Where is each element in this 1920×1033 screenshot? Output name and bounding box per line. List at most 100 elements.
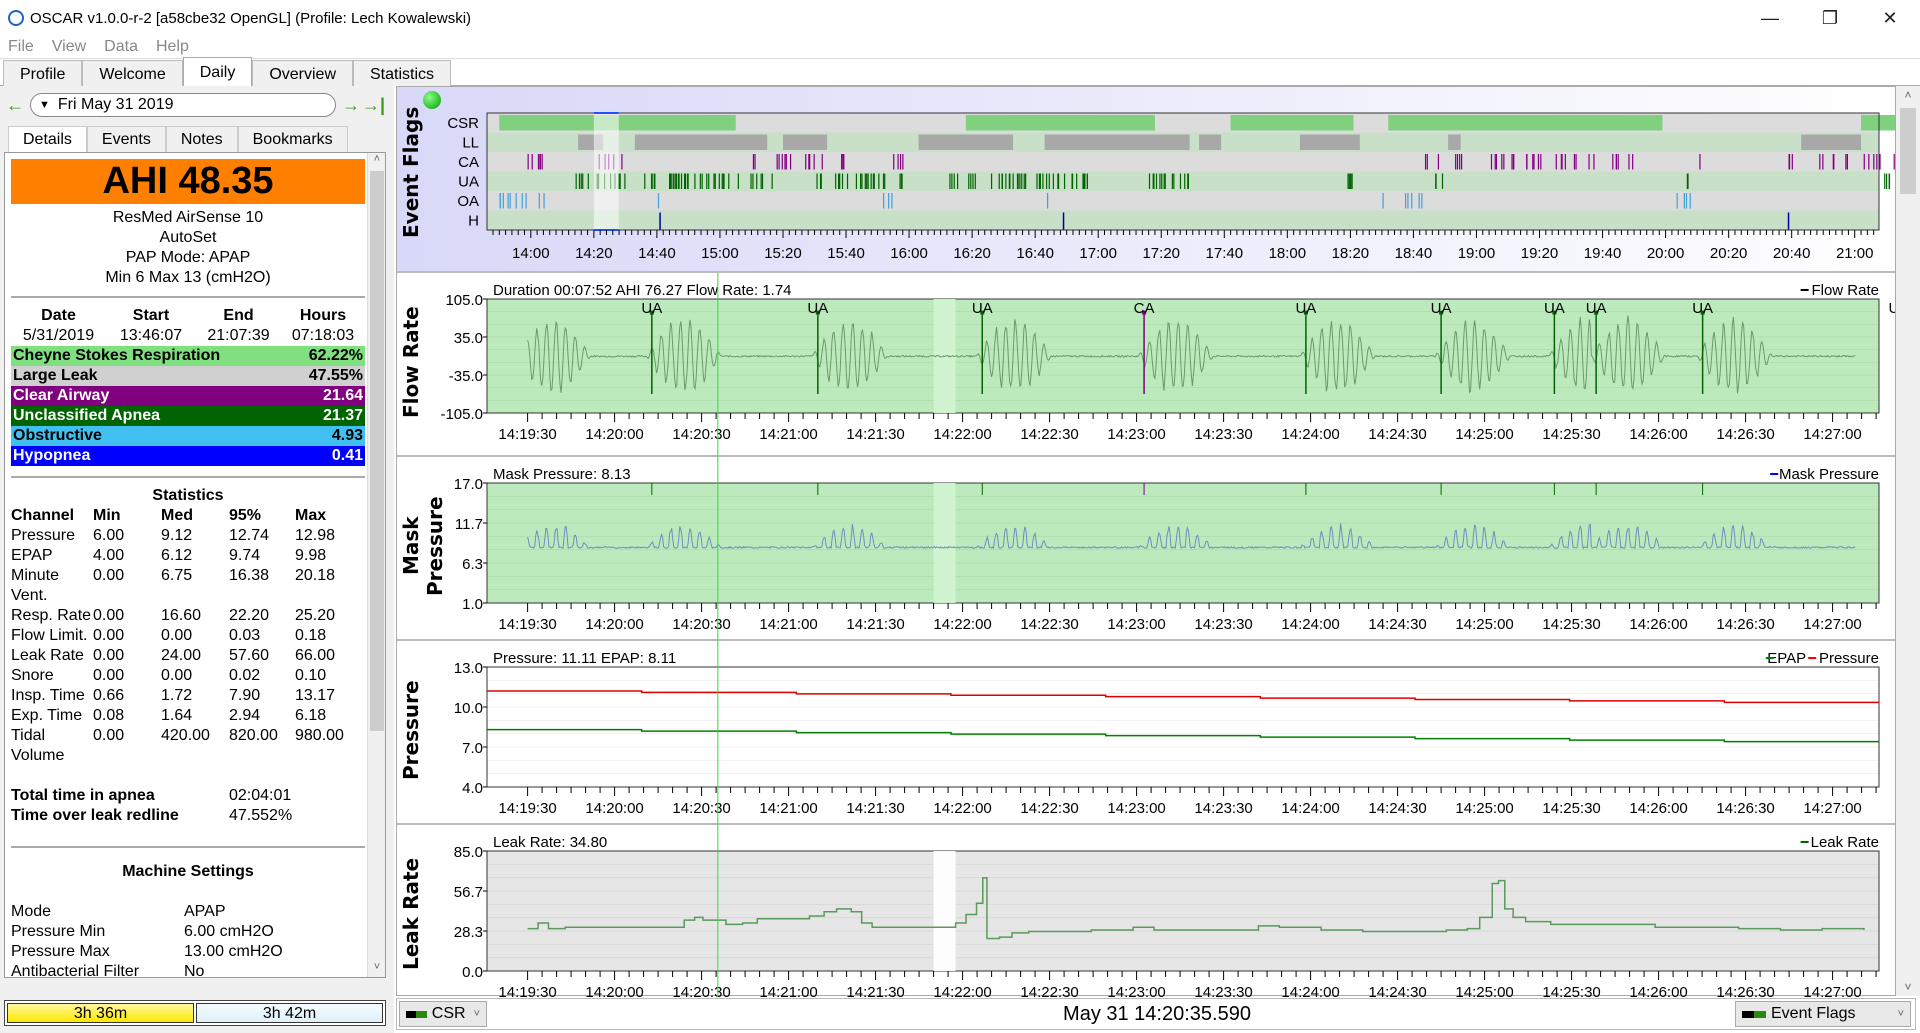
col-date: Date [41,307,76,324]
summary-label: Time over leak redline [11,807,179,824]
stats-cell: 4.00 [93,547,125,564]
time-tick-label: 17:00 [1079,245,1117,262]
time-tick-label: 19:20 [1521,245,1559,262]
event-name: Large Leak [13,367,98,384]
tab-welcome[interactable]: Welcome [82,60,183,88]
y-tick-label: 7.0 [462,740,483,757]
stats-cell: 24.00 [161,647,202,664]
tab-overview[interactable]: Overview [252,60,353,88]
oscar-logo-icon [8,10,24,26]
pressure-chart[interactable]: 13.0 10.0 7.0 4.0 14:19:30 14:20:00 14:20:30 14… [397,641,1895,825]
window-title: OSCAR v1.0.0-r-2 [a58cbe32 OpenGL] (Prof… [30,9,472,27]
event-flags-chart[interactable]: CSR LL CA UA OA H 14:00 14:20 14:40 15:00 15:20 15:… [397,87,1895,273]
minimize-button[interactable]: — [1740,0,1800,36]
pressure-panel: Pressure 13.0 10.0 7.0 4.0 14:19:30 14:20:00 1… [397,641,1895,825]
time-tick-label: 14:40 [638,245,676,262]
scroll-thumb[interactable] [370,171,384,731]
x-tick-label: 14:22:00 [933,426,991,443]
last-day-icon[interactable]: →| [362,95,385,116]
x-tick-label: 14:24:30 [1368,616,1426,633]
stats-cell: 0.66 [93,687,125,704]
scroll-thumb[interactable] [1900,108,1916,194]
x-tick-label: 14:24:00 [1281,616,1339,633]
csr-span [1230,115,1354,131]
scroll-up-icon[interactable]: ˄ [1896,88,1920,102]
scroll-down-icon[interactable]: ˅ [1896,980,1920,994]
event-summary-row[interactable]: Unclassified Apnea 21.37 [11,406,365,426]
details-scrollbar[interactable]: ˄ ˅ [367,153,385,977]
event-summary-row[interactable]: Clear Airway 21.64 [11,386,365,406]
stats-cell: 0.02 [229,667,261,684]
event-summary-list: Cheyne Stokes Respiration 62.22% Large Lea… [11,346,365,466]
date-picker[interactable]: ▼ Fri May 31 2019 [30,93,336,117]
next-day-icon[interactable]: → [340,95,362,116]
stats-channel: Snore [11,667,54,684]
event-summary-row[interactable]: Obstructive 4.93 [11,426,365,446]
x-tick-label: 14:24:30 [1368,800,1426,817]
scroll-up-icon[interactable]: ˄ [368,153,385,169]
mask-pressure-chart[interactable]: 17.0 11.7 6.3 1.0 14:19:30 14:20:00 14:20:30 14… [397,457,1895,641]
menu-view[interactable]: View [52,38,86,56]
subtab-bookmarks[interactable]: Bookmarks [237,126,348,152]
stats-cell: 1.64 [161,707,193,724]
session-bar-1[interactable]: 3h 36m [7,1003,194,1023]
tab-statistics[interactable]: Statistics [353,60,452,88]
x-tick-label: 14:24:00 [1281,426,1339,443]
menu-help[interactable]: Help [156,38,189,56]
event-name: Cheyne Stokes Respiration [13,347,221,364]
date-navigation: ← ▼ Fri May 31 2019 → →| [4,92,392,118]
stats-cell: 9.74 [229,547,261,564]
flag-row-bg [487,210,1879,230]
flow-rate-chart[interactable]: 105.0 35.0 -35.0 -105.0 14:19:30 14:20:00 14:2… [397,273,1895,457]
leak-rate-chart[interactable]: 85.0 56.7 28.3 0.0 14:19:30 14:20:00 14:20:30 1… [397,825,1895,997]
large-leak-span [1299,134,1360,150]
scroll-down-icon[interactable]: ˅ [368,961,385,977]
graph-select[interactable]: Event Flags ˅ [1735,1001,1911,1027]
event-value: 4.93 [331,427,363,444]
close-button[interactable]: ✕ [1860,0,1920,36]
y-tick-label: -35.0 [449,368,483,385]
event-marker-label: UA [641,300,662,317]
x-tick-label: 14:24:30 [1368,426,1426,443]
subtab-notes[interactable]: Notes [165,126,238,152]
event-summary-row[interactable]: Hypopnea 0.41 [11,446,365,466]
event-value: 21.64 [322,387,363,404]
x-tick-label: 14:22:00 [933,616,991,633]
large-leak-span [782,134,828,150]
col-end: End [223,307,254,324]
tab-daily[interactable]: Daily [182,57,253,88]
event-marker-label: CA [1134,300,1155,317]
event-summary-row[interactable]: Cheyne Stokes Respiration 62.22% [11,346,365,366]
event-flags-panel: Event Flags CSR LL CA UA OA H 14:00 14:20 14:40 1… [397,87,1895,273]
details-pane: AHI 48.35 ResMed AirSense 10 AutoSet PAP… [4,152,386,978]
stats-cell: 16.38 [229,567,270,584]
large-leak-span [1044,134,1190,150]
time-tick-label: 15:00 [701,245,739,262]
session-bar-2[interactable]: 3h 42m [196,1003,383,1023]
subtab-details[interactable]: Details [8,126,87,152]
event-type-select[interactable]: CSR ˅ [399,1001,487,1027]
legend-label: Flow Rate [1811,282,1879,299]
previous-day-icon[interactable]: ← [4,95,26,116]
session-start: 13:46:07 [119,327,183,344]
subtab-events[interactable]: Events [86,126,166,152]
x-tick-label: 14:21:00 [759,984,817,997]
event-marker-label: UA [972,300,993,317]
x-tick-label: 14:20:00 [585,616,643,633]
stats-cell: 0.00 [93,627,125,644]
time-tick-label: 19:00 [1458,245,1496,262]
csr-span [965,115,1155,131]
graphs-scrollbar[interactable]: ˄ ˅ [1896,86,1920,996]
legend-label: Pressure [1819,650,1879,667]
x-tick-label: 14:25:30 [1542,800,1600,817]
maximize-button[interactable]: ❐ [1800,0,1860,36]
event-marker-label: UA [1586,300,1607,317]
flag-row-label: CSR [447,115,479,132]
menu-file[interactable]: File [8,38,34,56]
main-tabs: Profile Welcome Daily Overview Statistic… [0,57,1920,88]
event-value: 62.22% [308,347,363,364]
time-tick-label: 18:40 [1395,245,1433,262]
event-summary-row[interactable]: Large Leak 47.55% [11,366,365,386]
menu-data[interactable]: Data [104,38,138,56]
tab-profile[interactable]: Profile [3,60,83,88]
